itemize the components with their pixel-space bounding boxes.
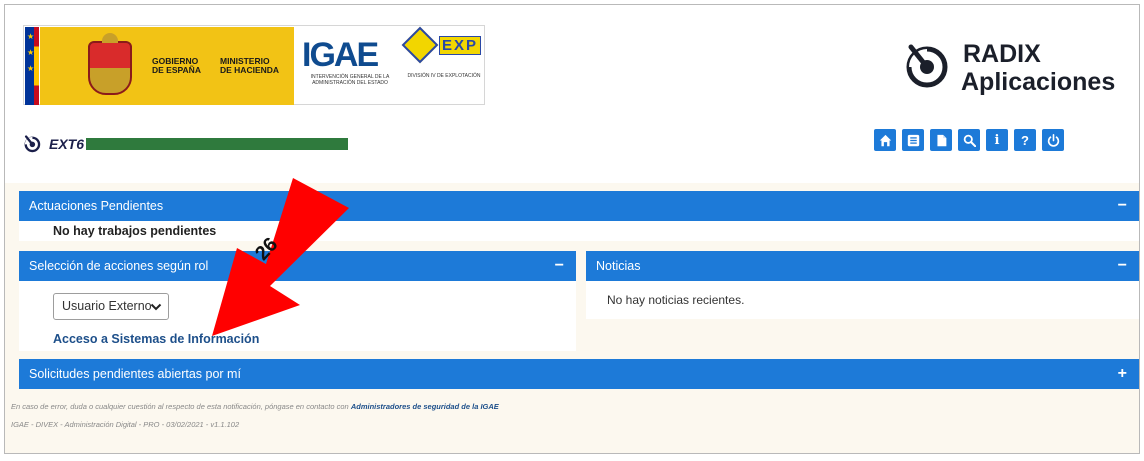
help-icon: ? — [1021, 132, 1029, 148]
power-icon — [1047, 133, 1059, 147]
home-button[interactable] — [874, 129, 896, 151]
pending-empty-message: No hay trabajos pendientes — [53, 224, 217, 238]
igae-logo: IGAE INTERVENCIÓN GENERAL DE LA ADMINIST… — [302, 38, 398, 100]
search-icon — [963, 134, 976, 147]
security-admins-link[interactable]: Administradores de seguridad de la IGAE — [351, 402, 499, 411]
role-actions-title: Selección de acciones según rol — [29, 259, 209, 273]
footer-version: IGAE - DIVEX - Administración Digital - … — [11, 420, 240, 429]
role-collapse-button[interactable]: − — [555, 251, 564, 281]
toolbar: i ? — [874, 129, 1064, 151]
list-icon — [907, 134, 919, 146]
igae-subtitle: INTERVENCIÓN GENERAL DE LA ADMINISTRACIÓ… — [310, 74, 390, 86]
user-code: EXT6 — [49, 136, 85, 152]
divex-logo: EXP DIVISIÓN IV DE EXPLOTACIÓN — [401, 26, 484, 100]
logout-button[interactable] — [1042, 129, 1064, 151]
gobierno-logo: GOBIERNO DE ESPAÑA MINISTERIO DE HACIEND… — [40, 27, 294, 105]
info-icon: i — [994, 132, 1000, 148]
info-button[interactable]: i — [986, 129, 1008, 151]
coat-of-arms-icon — [88, 33, 132, 95]
news-title: Noticias — [596, 259, 641, 273]
search-button[interactable] — [958, 129, 980, 151]
divex-diamond-icon — [401, 26, 439, 64]
header: ★ ★ ★ GOBIERNO DE ESPAÑA MINISTERIO DE H… — [5, 5, 1139, 183]
document-icon — [936, 134, 946, 146]
ministry-line2: DE HACIENDA — [220, 65, 280, 75]
pending-actions-header[interactable]: Actuaciones Pendientes − — [19, 191, 1139, 221]
user-info: EXT6 — [23, 133, 349, 155]
radix-logo-icon — [906, 44, 948, 88]
eu-flag-icon: ★ ★ ★ — [25, 27, 39, 105]
chevron-down-icon — [150, 303, 162, 311]
redacted-username — [86, 138, 349, 150]
pending-actions-title: Actuaciones Pendientes — [29, 199, 164, 213]
home-icon — [879, 134, 891, 146]
help-button[interactable]: ? — [1014, 129, 1036, 151]
radix-title: RADIX — [963, 40, 1041, 68]
news-empty-message: No hay noticias recientes. — [607, 293, 745, 307]
radix-small-icon — [24, 135, 41, 153]
gov-line2: DE ESPAÑA — [152, 65, 201, 75]
information-systems-link[interactable]: Acceso a Sistemas de Información — [53, 332, 259, 346]
divex-subtitle: DIVISIÓN IV DE EXPLOTACIÓN — [407, 73, 481, 79]
requests-title: Solicitudes pendientes abiertas por mí — [29, 367, 241, 381]
role-actions-header[interactable]: Selección de acciones según rol − — [19, 251, 576, 281]
government-banner: ★ ★ ★ GOBIERNO DE ESPAÑA MINISTERIO DE H… — [23, 25, 485, 105]
divex-logo-text: EXP — [438, 35, 481, 55]
news-collapse-button[interactable]: − — [1118, 251, 1127, 281]
pending-collapse-button[interactable]: − — [1118, 191, 1127, 221]
requests-expand-button[interactable]: + — [1118, 359, 1127, 389]
role-select[interactable]: Usuario Externo — [53, 293, 169, 320]
app-window: ★ ★ ★ GOBIERNO DE ESPAÑA MINISTERIO DE H… — [4, 4, 1140, 454]
footer-contact-text: En caso de error, duda o cualquier cuest… — [11, 402, 349, 411]
list-button[interactable] — [902, 129, 924, 151]
document-button[interactable] — [930, 129, 952, 151]
requests-header[interactable]: Solicitudes pendientes abiertas por mí + — [19, 359, 1139, 389]
footer-contact: En caso de error, duda o cualquier cuest… — [11, 402, 499, 411]
role-select-value: Usuario Externo — [62, 299, 152, 313]
radix-subtitle: Aplicaciones — [961, 68, 1116, 96]
igae-logo-text: IGAE — [302, 36, 379, 74]
news-header[interactable]: Noticias − — [586, 251, 1139, 281]
